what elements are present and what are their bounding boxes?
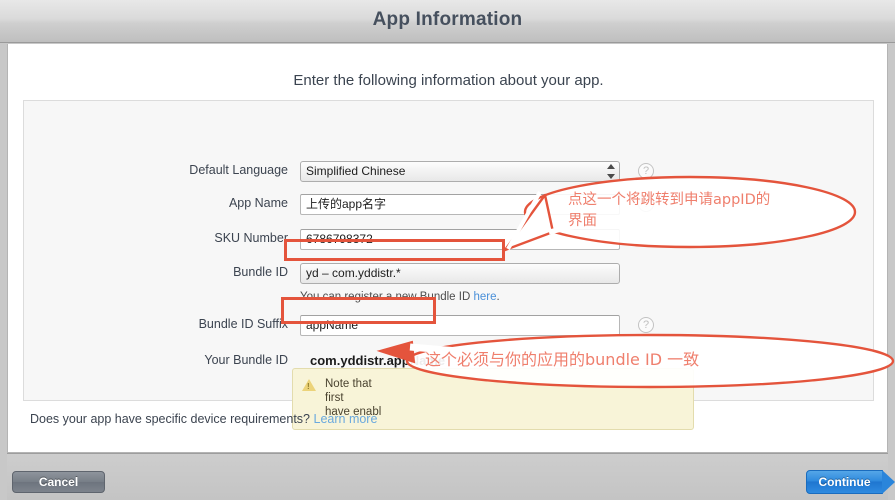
help-icon-default-language[interactable]: ? [638, 163, 654, 179]
sheet-headline: Enter the following information about yo… [293, 72, 604, 89]
sku-number-field-wrap: 6786798372 [300, 229, 620, 250]
device-requirements-question: Does your app have specific device requi… [30, 412, 311, 426]
note-line-3: have enabl [325, 406, 382, 418]
form-row-default-language: Default Language Simplified Chinese ? [24, 161, 875, 183]
bottom-toolbar: Cancel Continue [7, 453, 895, 500]
note-line-1: Note that [325, 378, 372, 390]
stepper-arrows-icon [607, 164, 616, 179]
form-row-bundle-id-suffix: Bundle ID Suffix appName ? [24, 315, 875, 337]
default-language-value[interactable]: Simplified Chinese [300, 161, 620, 182]
help-icon-app-name[interactable]: ? [638, 196, 654, 212]
cancel-button[interactable]: Cancel [12, 471, 105, 493]
bundle-id-value[interactable]: yd – com.yddistr.* [300, 263, 620, 284]
label-app-name: App Name [228, 196, 288, 210]
form-row-bundle-id: Bundle ID yd – com.yddistr.* [24, 263, 875, 285]
bundle-id-suffix-field-wrap: appName [300, 315, 620, 336]
content-sheet: Enter the following information about yo… [7, 44, 888, 453]
bundle-hint-suffix: . [496, 291, 500, 303]
label-bundle-id-suffix: Bundle ID Suffix [198, 317, 288, 331]
register-bundle-id-link[interactable]: here [473, 291, 496, 303]
your-bundle-id-value: com.yddistr.appName [310, 353, 446, 368]
bundle-id-register-hint: You can register a new Bundle ID here. [300, 291, 500, 303]
warning-exclamation-icon: ! [307, 382, 310, 391]
bundle-id-select[interactable]: yd – com.yddistr.* [300, 263, 620, 284]
form-row-app-name: App Name 上传的app名字 ? [24, 194, 875, 216]
help-icon-bundle-id-suffix[interactable]: ? [638, 317, 654, 333]
note-line-2: first [325, 392, 344, 404]
sku-number-input[interactable]: 6786798372 [300, 229, 620, 250]
label-your-bundle-id: Your Bundle ID [204, 353, 288, 367]
app-information-window: App Information Enter the following info… [0, 0, 895, 500]
learn-more-link[interactable]: Learn more [314, 412, 378, 426]
bundle-id-suffix-input[interactable]: appName [300, 315, 620, 336]
default-language-select[interactable]: Simplified Chinese [300, 161, 620, 182]
form-row-sku-number: SKU Number 6786798372 [24, 229, 875, 251]
app-name-field-wrap: 上传的app名字 [300, 194, 620, 215]
window-titlebar: App Information [0, 0, 895, 43]
continue-button[interactable]: Continue [806, 470, 895, 494]
device-requirements-line: Does your app have specific device requi… [30, 412, 377, 426]
form-panel: Default Language Simplified Chinese ? Ap… [23, 100, 874, 401]
label-bundle-id: Bundle ID [233, 265, 288, 279]
bundle-hint-prefix: You can register a new Bundle ID [300, 291, 474, 303]
label-default-language: Default Language [189, 163, 288, 177]
label-sku-number: SKU Number [214, 231, 288, 245]
page-title: App Information [372, 9, 523, 30]
app-name-input[interactable]: 上传的app名字 [300, 194, 620, 215]
